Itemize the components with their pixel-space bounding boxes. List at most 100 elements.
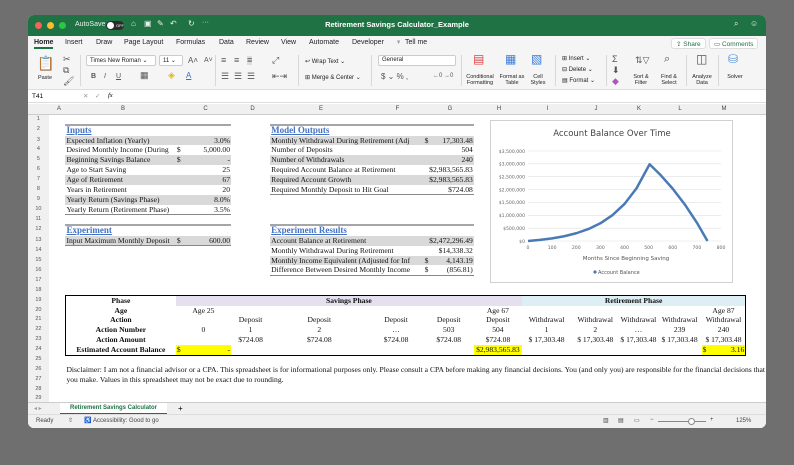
experiment-label[interactable]: Input Maximum Monthly Deposit [65, 235, 176, 247]
cell[interactable] [746, 265, 766, 275]
phase-table-cell[interactable]: 239 [658, 325, 702, 335]
phase-table-cell[interactable]: Withdrawal [522, 315, 571, 325]
input-label[interactable]: Yearly Return (Savings Phase) [65, 194, 176, 205]
row-header[interactable]: 8 [28, 184, 49, 195]
cell[interactable] [270, 306, 368, 316]
input-value-cell[interactable]: $5,000.00 [176, 145, 231, 155]
cell[interactable] [746, 115, 766, 125]
fill-icon[interactable]: ⬇ [612, 66, 620, 75]
cell[interactable] [49, 355, 66, 365]
output-label[interactable]: Required Monthly Deposit to Hit Goal [270, 184, 424, 196]
row-header[interactable]: 1 [28, 115, 49, 125]
cell[interactable] [657, 344, 702, 356]
tab-page-layout[interactable]: Page Layout [124, 39, 163, 46]
input-value-cell[interactable]: 3.5% [175, 204, 231, 216]
prev-sheet-icon[interactable]: ◂ ▸ [34, 405, 42, 412]
cell[interactable] [49, 145, 66, 155]
row-header[interactable]: 19 [28, 295, 49, 306]
cell[interactable] [474, 355, 522, 365]
cell[interactable] [175, 123, 231, 136]
cell[interactable] [746, 185, 766, 195]
phase-table-label[interactable]: Estimated Account Balance [64, 344, 176, 356]
cell[interactable] [65, 385, 175, 395]
cell[interactable] [746, 306, 766, 316]
autosum-icon[interactable]: Σ [612, 55, 618, 64]
font-color-icon[interactable]: A [186, 71, 191, 80]
cell[interactable] [368, 385, 423, 395]
input-label[interactable]: Expected Inflation (Yearly) [65, 135, 176, 146]
tab-draw[interactable]: Draw [96, 39, 112, 46]
output-value-cell[interactable]: 504 [424, 145, 474, 155]
cell[interactable] [231, 205, 270, 215]
result-value-cell[interactable]: $14,338.32 [424, 246, 474, 256]
cell[interactable] [746, 295, 766, 305]
output-label[interactable]: Monthly Withdrawal During Retirement (Ad… [270, 135, 424, 146]
row-header[interactable]: 22 [28, 325, 49, 336]
analyze-data-button[interactable]: Analyze Data [688, 74, 716, 86]
input-value-cell[interactable]: 25 [176, 165, 231, 175]
cell[interactable] [49, 125, 66, 136]
zoom-in-button[interactable]: + [710, 417, 714, 423]
cell[interactable] [746, 325, 766, 335]
cell[interactable] [368, 355, 423, 365]
output-label[interactable]: Required Account Balance at Retirement [270, 165, 424, 175]
bold-icon[interactable]: B [91, 72, 96, 81]
cell[interactable] [368, 115, 423, 125]
phase-table-cell[interactable]: $724.08 [270, 335, 368, 345]
cell[interactable] [424, 205, 474, 215]
cell[interactable] [746, 195, 766, 205]
cell[interactable] [176, 115, 231, 125]
phase-table-cell[interactable]: Deposit [368, 315, 423, 325]
cell[interactable] [619, 385, 657, 395]
cell[interactable] [658, 355, 702, 365]
cell[interactable] [522, 286, 571, 296]
cell[interactable] [65, 265, 175, 275]
font-size-select[interactable]: 11 ⌄ [159, 55, 183, 66]
cell[interactable] [746, 175, 766, 185]
page-break-view-icon[interactable]: ▭ [634, 417, 640, 424]
row-header[interactable]: 25 [28, 355, 49, 365]
phase-table-cell[interactable]: … [619, 325, 657, 335]
fill-color-icon[interactable]: ◈ [168, 71, 175, 80]
input-value-cell[interactable]: 8.0% [175, 194, 231, 205]
tab-view[interactable]: View [281, 39, 296, 46]
cell[interactable] [176, 215, 231, 225]
cell[interactable] [49, 365, 66, 375]
tell-me-search[interactable]: Tell me [405, 39, 427, 46]
phase-table-cell[interactable]: Withdrawal [658, 315, 702, 325]
find-select-button[interactable]: Find & Select [656, 74, 682, 86]
phase-table-cell[interactable]: Withdrawal [619, 315, 657, 325]
confirm-icon[interactable]: ✓ [95, 92, 100, 100]
phase-table-label[interactable]: Action [64, 315, 176, 326]
phase-table-cell[interactable]: 504 [474, 325, 522, 335]
disclaimer-text[interactable]: Disclaimer: I am not a financial advisor… [65, 365, 766, 375]
cell[interactable] [619, 344, 658, 356]
align-top-icon[interactable]: ≡ [221, 56, 226, 65]
align-right-icon[interactable]: ☰ [247, 72, 255, 81]
row-header[interactable]: 9 [28, 194, 49, 205]
cell[interactable] [231, 165, 270, 175]
number-format-select[interactable]: General [378, 55, 456, 66]
row-header[interactable]: 5 [28, 155, 49, 165]
cell[interactable] [746, 236, 766, 246]
sort-filter-button[interactable]: Sort & Filter [628, 74, 654, 86]
cell[interactable] [368, 344, 424, 356]
row-header[interactable]: 20 [28, 305, 49, 316]
cell[interactable] [176, 265, 231, 275]
cell[interactable] [746, 225, 766, 236]
output-label[interactable]: Required Account Growth [270, 174, 424, 185]
cell[interactable] [571, 355, 619, 365]
indent-icon[interactable]: ⇤⇥ [272, 72, 287, 81]
phase-table-cell[interactable]: 1 [231, 325, 270, 335]
output-value-cell[interactable]: $724.08 [423, 184, 474, 196]
cell[interactable] [176, 246, 231, 256]
age-cell[interactable]: Age 25 [176, 306, 231, 316]
cell[interactable] [270, 276, 368, 286]
phase-table-cell[interactable]: … [368, 325, 423, 335]
format-as-table-icon[interactable]: ▦ [505, 53, 516, 65]
insert-cells-button[interactable]: ⊞ Insert ⌄ [562, 55, 590, 62]
savings-phase-header[interactable]: Savings Phase [175, 294, 522, 306]
find-select-icon[interactable]: ⌕ [664, 54, 670, 65]
cell[interactable] [368, 306, 423, 316]
result-value-cell[interactable]: $4,143.19 [423, 255, 474, 266]
